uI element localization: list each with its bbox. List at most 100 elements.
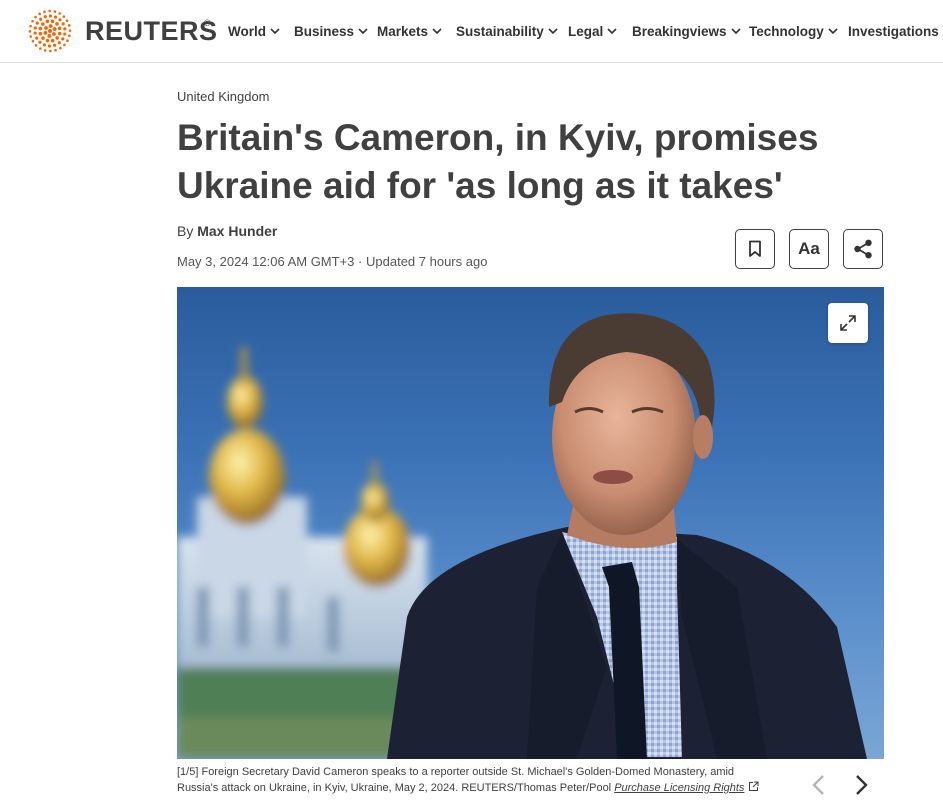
logo-dot — [62, 15, 66, 18]
logo-dot — [58, 12, 61, 15]
logo-dot — [38, 40, 42, 44]
photo-caption: [1/5] Foreign Secretary David Cameron sp… — [177, 764, 777, 796]
logo-dot — [66, 39, 69, 42]
nav-item-markets[interactable]: Markets — [377, 22, 443, 42]
external-link-icon — [749, 781, 759, 791]
logo-dot — [45, 19, 50, 24]
logo-dot — [35, 36, 39, 40]
logo-dot — [31, 20, 34, 23]
bookmark-button[interactable] — [735, 229, 775, 269]
logo-dot — [38, 26, 43, 31]
logo-dot — [35, 21, 39, 25]
share-button[interactable] — [843, 229, 883, 269]
logo-dot — [63, 32, 67, 36]
logo-dot — [65, 19, 69, 22]
logo-dot — [53, 10, 57, 13]
logo-dot — [49, 49, 52, 53]
logo-dot — [55, 22, 59, 26]
published-time: May 3, 2024 12:06 AM GMT+3 — [177, 254, 355, 269]
logo-dot — [52, 27, 57, 31]
dateline: May 3, 2024 12:06 AM GMT+3 · Updated 7 h… — [177, 253, 487, 271]
gallery-next-button[interactable] — [851, 772, 873, 798]
author-link[interactable]: Max Hunder — [197, 223, 277, 239]
expand-icon — [840, 315, 856, 331]
logo-dot — [34, 15, 37, 19]
logo-dot — [57, 41, 61, 45]
nav-item-label: Legal — [568, 24, 604, 39]
byline: By Max Hunder — [177, 222, 277, 240]
licensing-link[interactable]: Purchase Licensing Rights — [614, 782, 744, 794]
logo-dot — [39, 17, 43, 21]
chevron-down-icon — [358, 28, 368, 35]
nav-item-breakingviews[interactable]: Breakingviews — [632, 22, 742, 42]
nav-item-technology[interactable]: Technology — [749, 22, 839, 42]
logo-dot — [43, 10, 46, 14]
logo-dot — [57, 26, 62, 31]
chevron-left-icon — [812, 775, 824, 795]
nav-item-label: Business — [294, 24, 355, 39]
nav-item-label: Breakingviews — [632, 24, 727, 39]
logo-dot — [33, 31, 37, 35]
logo-dot — [34, 44, 38, 47]
nav-item-business[interactable]: Business — [294, 22, 369, 42]
chevron-down-icon — [548, 28, 558, 35]
byline-prefix: By — [177, 223, 194, 239]
nav-item-label: Technology — [749, 24, 824, 39]
nav-item-sustainability[interactable]: Sustainability — [456, 22, 559, 42]
reuters-wordmark[interactable]: REUTERS — [85, 16, 218, 46]
logo-dot — [41, 36, 45, 40]
reuters-logo-icon[interactable] — [26, 9, 74, 53]
logo-dot — [52, 32, 56, 36]
logo-dot — [45, 38, 50, 43]
nav-item-investigations[interactable]: Investigations — [848, 22, 939, 42]
updated-time: Updated 7 hours ago — [366, 254, 488, 269]
date-separator: · — [358, 254, 363, 269]
logo-dot — [29, 35, 33, 38]
logo-dot — [43, 49, 47, 52]
site-header: REUTERS ® World Business Markets Sustain… — [0, 0, 943, 63]
bookmark-icon — [749, 240, 761, 257]
text-size-label: Aa — [798, 239, 820, 258]
chevron-down-icon — [607, 28, 617, 35]
logo-dot — [47, 44, 52, 48]
logo-dot — [63, 43, 66, 47]
chevron-down-icon — [730, 28, 741, 35]
text-size-button[interactable]: Aa — [789, 229, 829, 269]
logo-dot — [54, 48, 57, 52]
logo-dot — [50, 38, 55, 43]
logo-dot — [43, 31, 48, 35]
logo-dot — [48, 9, 51, 13]
logo-dot — [33, 26, 37, 30]
lead-photo[interactable] — [177, 287, 884, 759]
logo-dot — [48, 24, 53, 28]
logo-dot — [31, 40, 35, 43]
logo-dot — [53, 15, 58, 19]
logo-dot — [63, 27, 67, 31]
nav-item-world[interactable]: World — [228, 22, 281, 42]
logo-dot — [53, 43, 57, 47]
logo-dot — [55, 36, 59, 40]
section-link[interactable]: United Kingdom — [177, 89, 270, 105]
logo-dot — [28, 30, 32, 33]
chevron-down-icon — [828, 28, 838, 35]
gallery-prev-button[interactable] — [807, 772, 829, 798]
logo-dot — [38, 12, 41, 16]
nav-item-label: World — [228, 24, 266, 39]
logo-dot — [57, 31, 62, 36]
chevron-down-icon — [270, 28, 280, 35]
logo-dot — [61, 22, 65, 26]
logo-dot — [58, 18, 62, 22]
photo-scene — [177, 313, 867, 759]
chevron-down-icon — [432, 28, 442, 35]
logo-dot — [39, 47, 42, 50]
logo-dot — [48, 29, 52, 33]
nav-item-label: Markets — [377, 24, 429, 39]
logo-dot — [48, 14, 53, 18]
expand-button[interactable] — [828, 303, 868, 343]
nav-item-legal[interactable]: Legal — [568, 22, 618, 42]
logo-dot — [68, 34, 71, 38]
logo-dot — [47, 34, 52, 38]
nav-item-label: Investigations — [848, 24, 939, 39]
logo-dot — [59, 46, 62, 50]
logo-dot — [43, 15, 47, 19]
